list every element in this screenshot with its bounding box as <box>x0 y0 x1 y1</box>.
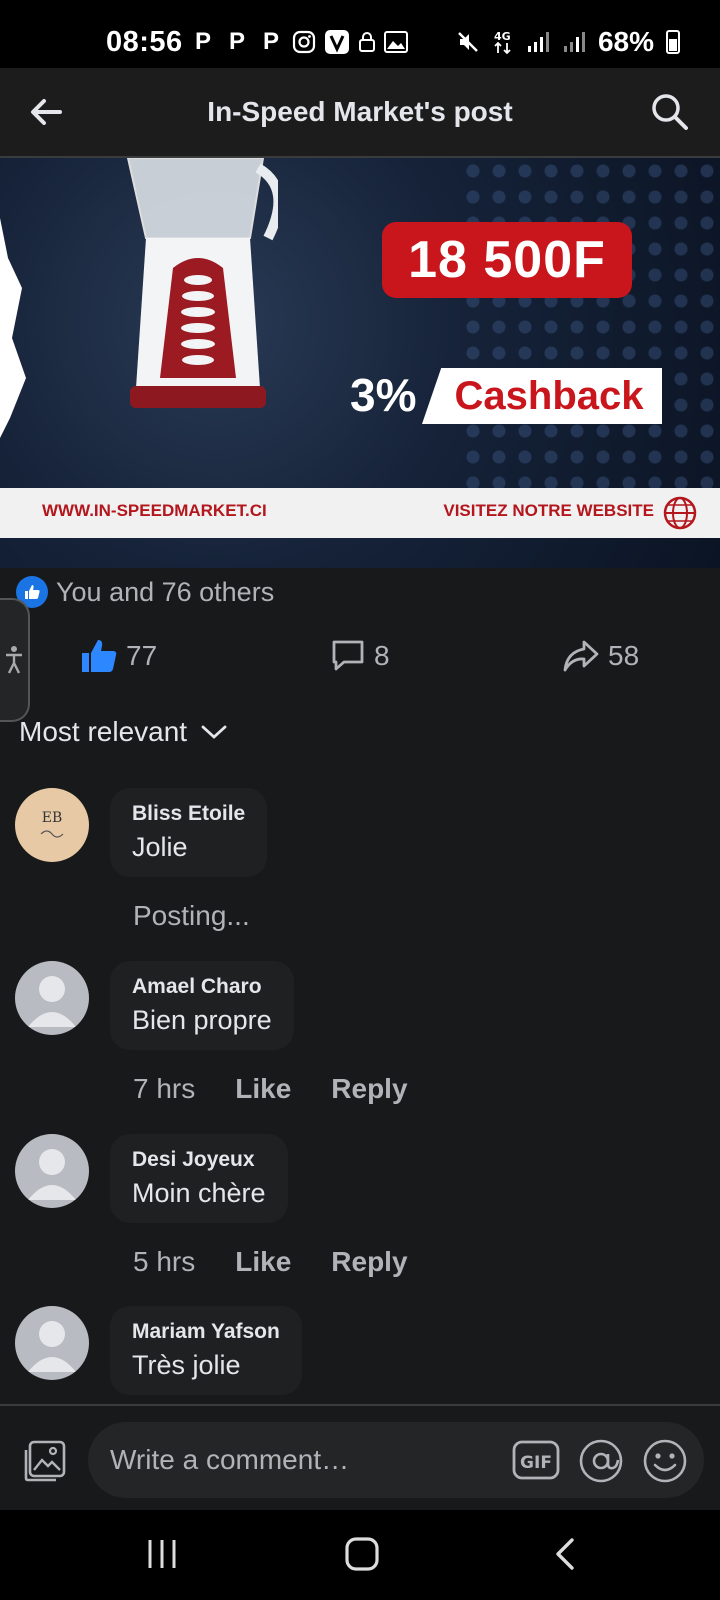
comment-author[interactable]: Desi Joyeux <box>132 1148 266 1172</box>
share-button[interactable]: 58 <box>562 638 639 674</box>
notification-p-icon: P <box>228 28 245 55</box>
gif-icon: GIF <box>512 1440 560 1480</box>
sort-dropdown[interactable]: Most relevant <box>19 716 227 748</box>
comment-like-button[interactable]: Like <box>235 1073 291 1105</box>
share-count: 58 <box>608 640 640 671</box>
comment-bubble[interactable]: Mariam Yafson Très jolie <box>110 1306 302 1395</box>
avatar[interactable] <box>15 1306 89 1380</box>
comment-bubble[interactable]: Desi Joyeux Moin chère <box>110 1134 288 1223</box>
comment-reply-button[interactable]: Reply <box>331 1073 407 1105</box>
comment-button[interactable]: 8 <box>330 638 390 674</box>
sort-label: Most relevant <box>19 716 188 747</box>
recent-apps-icon[interactable] <box>144 1536 180 1572</box>
home-icon[interactable] <box>344 1536 380 1572</box>
avatar-monogram: EB <box>41 810 63 826</box>
avatar[interactable] <box>15 1134 89 1208</box>
gif-button[interactable]: GIF <box>512 1438 560 1482</box>
back-nav-icon[interactable] <box>548 1536 584 1572</box>
reactions-summary[interactable]: You and 76 others <box>16 576 274 608</box>
image-notification-icon <box>384 31 408 53</box>
comment-composer: GIF <box>0 1404 720 1510</box>
mention-at-icon[interactable] <box>578 1438 624 1484</box>
search-icon[interactable] <box>648 90 690 132</box>
action-row: 77 8 58 <box>0 620 720 700</box>
globe-icon <box>663 496 697 530</box>
cashback-label: Cashback <box>422 368 662 424</box>
notification-p-icon: P <box>262 28 279 55</box>
status-time: 08:56 <box>106 26 183 58</box>
gif-label: GIF <box>520 1453 552 1473</box>
battery-percent: 68% <box>597 26 654 57</box>
blender-product-image <box>126 158 278 408</box>
cashback-percent: 3% <box>350 369 417 421</box>
comment-text: Moin chère <box>132 1178 266 1208</box>
photo-picker-icon[interactable] <box>22 1438 68 1484</box>
lock-icon <box>359 32 375 52</box>
price-tag: 18 500F <box>382 222 632 298</box>
comment-bubble[interactable]: Amael Charo Bien propre <box>110 961 294 1050</box>
decorative-brush-stroke <box>0 218 26 438</box>
comment-time: 7 hrs <box>133 1073 196 1104</box>
visit-website-label: VISITEZ NOTRE WEBSITE <box>443 501 654 520</box>
comment-reply-button[interactable]: Reply <box>331 1246 407 1278</box>
avatar[interactable] <box>15 961 89 1035</box>
mute-icon <box>458 32 478 52</box>
comment-author[interactable]: Amael Charo <box>132 975 272 999</box>
svg-text:4G: 4G <box>494 30 511 43</box>
post-image[interactable]: 18 500F 3% Cashback WWW.IN-SPEEDMARKET.C… <box>0 158 720 568</box>
comment-bubble-icon <box>332 640 364 671</box>
posting-status: Posting... <box>133 900 250 931</box>
post-content: You and 76 others 77 8 58 Most relevant … <box>0 568 720 1404</box>
signal-icon <box>563 32 585 52</box>
reactions-summary-text: You and 76 others <box>56 576 275 607</box>
thumbs-up-icon <box>82 640 117 672</box>
system-icons: 4G 68% <box>456 26 680 58</box>
avatar-logo-swirl-icon <box>40 830 64 838</box>
comment-text: Jolie <box>132 832 188 862</box>
comment-meta: 7 hrs Like Reply <box>133 1073 408 1105</box>
comment-bubble[interactable]: Bliss Etoile Jolie <box>110 788 268 877</box>
banner-footer: WWW.IN-SPEEDMARKET.CI VISITEZ NOTRE WEBS… <box>0 488 720 538</box>
v-app-icon <box>325 30 349 54</box>
4g-icon: 4G <box>494 30 511 55</box>
battery-icon <box>666 30 680 54</box>
avatar[interactable]: EB <box>15 788 89 862</box>
default-avatar-icon <box>28 1321 76 1372</box>
instagram-icon <box>292 30 316 54</box>
comment-like-button[interactable]: Like <box>235 1246 291 1278</box>
comment-meta: 5 hrs Like Reply <box>133 1246 408 1278</box>
signal-icon <box>527 32 549 52</box>
chevron-down-icon <box>201 725 227 739</box>
like-button[interactable]: 77 <box>80 638 157 674</box>
default-avatar-icon <box>28 1149 76 1200</box>
notification-p-icon: P <box>194 28 211 55</box>
post-header: In-Speed Market's post <box>0 68 720 158</box>
share-arrow-icon <box>563 640 599 672</box>
default-avatar-icon <box>28 976 76 1027</box>
comment-text: Bien propre <box>132 1005 272 1035</box>
comment-count: 8 <box>374 640 390 671</box>
like-count: 77 <box>126 640 158 671</box>
comment-time: 5 hrs <box>133 1246 196 1277</box>
page-title: In-Speed Market's post <box>207 96 513 127</box>
comment-text: Très jolie <box>132 1350 241 1380</box>
website-url: WWW.IN-SPEEDMARKET.CI <box>42 501 267 520</box>
comment-meta: Posting... <box>133 900 250 932</box>
background-dots <box>460 158 720 488</box>
emoji-icon[interactable] <box>642 1438 688 1484</box>
notification-icons: P P P <box>190 27 408 57</box>
system-nav-bar <box>0 1510 720 1600</box>
comment-author[interactable]: Bliss Etoile <box>132 802 245 826</box>
comment-author[interactable]: Mariam Yafson <box>132 1320 280 1344</box>
